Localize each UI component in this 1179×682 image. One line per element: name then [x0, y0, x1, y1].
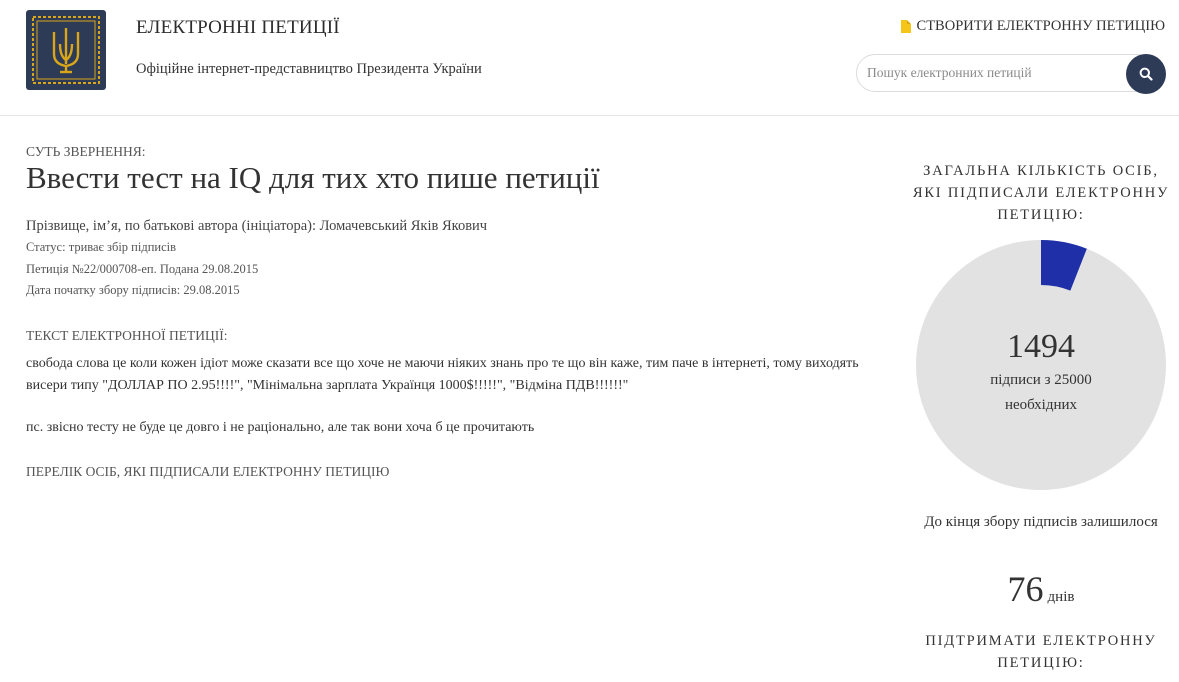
- petition-body: свобода слова це коли кожен ідіот може с…: [26, 356, 859, 393]
- search-bar: [856, 54, 1166, 94]
- days-remaining: 76 днів: [906, 568, 1176, 610]
- support-petition-label: ПІДТРИМАТИ ЕЛЕКТРОННУ ПЕТИЦІЮ:: [925, 633, 1157, 671]
- petition-ps: пс. звісно тесту не буде це довго і не р…: [26, 420, 535, 435]
- search-input[interactable]: [856, 54, 1156, 92]
- signature-count-caption: підписи з 25000 необхідних: [990, 372, 1092, 413]
- petition-status: Статус: триває збір підписів: [26, 240, 177, 254]
- document-icon: [900, 20, 911, 33]
- petition-title: Ввести тест на IQ для тих хто пише петиц…: [26, 160, 600, 195]
- petition-number: Петиція №22/000708-еп. Подана 29.08.2015: [26, 262, 259, 276]
- petition-text-label: ТЕКСТ ЕЛЕКТРОННОЇ ПЕТИЦІЇ:: [26, 328, 228, 343]
- signature-count: 1494: [1007, 328, 1075, 365]
- days-number: 76: [1007, 569, 1044, 609]
- days-unit: днів: [1047, 589, 1075, 605]
- trident-logo-icon[interactable]: [26, 10, 106, 90]
- petition-start-date: Дата початку збору підписів: 29.08.2015: [26, 283, 240, 297]
- petition-author: Прізвище, ім’я, по батькові автора (ініц…: [26, 218, 488, 234]
- search-icon: [1139, 67, 1153, 81]
- signers-list-link[interactable]: ПЕРЕЛІК ОСІБ, ЯКІ ПІДПИСАЛИ ЕЛЕКТРОННУ П…: [26, 464, 389, 480]
- create-petition-label: СТВОРИТИ ЕЛЕКТРОННУ ПЕТИЦІЮ: [916, 18, 1165, 34]
- create-petition-link[interactable]: СТВОРИТИ ЕЛЕКТРОННУ ПЕТИЦІЮ: [900, 18, 1165, 35]
- site-header: ЕЛЕКТРОННІ ПЕТИЦІЇ Офіційне інтернет-пре…: [0, 0, 1179, 116]
- essence-label: СУТЬ ЗВЕРНЕННЯ:: [26, 144, 146, 159]
- site-subtitle: Офіційне інтернет-представництво Президе…: [136, 61, 482, 77]
- total-signers-label: ЗАГАЛЬНА КІЛЬКІСТЬ ОСІБ, ЯКІ ПІДПИСАЛИ Е…: [912, 163, 1170, 223]
- site-title[interactable]: ЕЛЕКТРОННІ ПЕТИЦІЇ: [136, 17, 340, 39]
- remaining-label: До кінця збору підписів залишилося: [924, 514, 1158, 530]
- search-button[interactable]: [1126, 54, 1166, 94]
